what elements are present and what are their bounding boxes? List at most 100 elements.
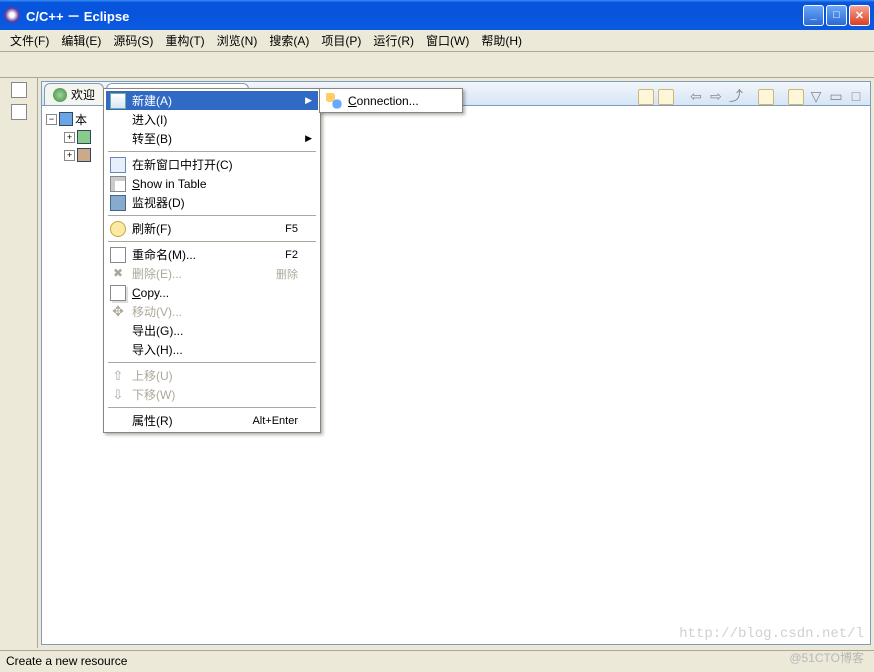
blank-icon <box>110 112 126 128</box>
window-title: C/C++ － Eclipse <box>26 6 803 25</box>
ctx-refresh-shortcut: F5 <box>285 223 298 235</box>
move-icon <box>110 304 126 320</box>
window-controls: _ □ ✕ <box>803 5 870 26</box>
nav-up-icon[interactable]: ⤴ <box>728 89 744 105</box>
tree-expand-icon[interactable]: + <box>64 132 75 143</box>
status-bar: Create a new resource <box>0 650 874 672</box>
perspective-icon-1[interactable] <box>11 82 27 98</box>
ctx-export-label: 导出(G)... <box>132 322 298 339</box>
arrow-down-icon <box>110 387 126 403</box>
ctx-rename-shortcut: F2 <box>285 249 298 261</box>
menu-bar: 文件(F) 编辑(E) 源码(S) 重构(T) 浏览(N) 搜索(A) 项目(P… <box>0 30 874 52</box>
blank-icon <box>110 342 126 358</box>
ctx-up-label: 上移(U) <box>132 367 298 384</box>
perspective-bar <box>0 78 38 648</box>
nav-forward-icon[interactable]: ⇨ <box>708 89 724 105</box>
tree-collapse-icon[interactable]: − <box>46 114 57 125</box>
ctx-rename[interactable]: 重命名(M)... F2 <box>106 245 318 264</box>
ctx-show-in-table[interactable]: Show in Table <box>106 174 318 193</box>
toolbar-icon-3[interactable] <box>758 89 774 105</box>
ctx-open-new-window[interactable]: 在新窗口中打开(C) <box>106 155 318 174</box>
ctx-move: 移动(V)... <box>106 302 318 321</box>
menu-source[interactable]: 源码(S) <box>107 30 159 51</box>
ctx-delete-label: 删除(E)... <box>132 265 270 282</box>
node-icon <box>77 148 91 162</box>
ctx-move-label: 移动(V)... <box>132 303 298 320</box>
main-toolbar <box>0 52 874 78</box>
menu-navigate[interactable]: 浏览(N) <box>211 30 264 51</box>
view-menu-icon[interactable]: ▽ <box>808 89 824 105</box>
menu-run[interactable]: 运行(R) <box>367 30 420 51</box>
tab-welcome-label: 欢迎 <box>71 86 95 103</box>
submenu-connection-label: Connection... <box>348 94 419 108</box>
menu-refactor[interactable]: 重构(T) <box>159 30 210 51</box>
submenu-arrow-icon: ▶ <box>305 133 312 144</box>
arrow-up-icon <box>110 368 126 384</box>
view-toolbar: ⇦ ⇨ ⤴ ▽ ▭ □ <box>638 89 870 105</box>
context-menu: 新建(A) ▶ 进入(I) 转至(B) ▶ 在新窗口中打开(C) Show in… <box>103 88 321 433</box>
ctx-props-label: 属性(R) <box>132 412 246 429</box>
menu-separator <box>108 151 316 152</box>
ctx-properties[interactable]: 属性(R) Alt+Enter <box>106 411 318 430</box>
copy-icon <box>110 285 126 301</box>
ctx-new[interactable]: 新建(A) ▶ <box>106 91 318 110</box>
menu-separator <box>108 362 316 363</box>
refresh-icon <box>110 221 126 237</box>
minimize-view-icon[interactable]: ▭ <box>828 89 844 105</box>
submenu-connection[interactable]: Connection... <box>322 91 460 110</box>
menu-edit[interactable]: 编辑(E) <box>55 30 107 51</box>
menu-window[interactable]: 窗口(W) <box>420 30 475 51</box>
close-button[interactable]: ✕ <box>849 5 870 26</box>
toolbar-icon-4[interactable] <box>788 89 804 105</box>
ctx-monitor[interactable]: 监视器(D) <box>106 193 318 212</box>
menu-help[interactable]: 帮助(H) <box>475 30 528 51</box>
tab-welcome[interactable]: 欢迎 <box>44 83 104 105</box>
node-icon <box>77 130 91 144</box>
ctx-copy-label: Copy... <box>132 286 298 300</box>
ctx-goto-into[interactable]: 进入(I) <box>106 110 318 129</box>
ctx-delete-shortcut: 删除 <box>276 266 298 282</box>
ctx-into-label: 进入(I) <box>132 111 298 128</box>
ctx-openwin-label: 在新窗口中打开(C) <box>132 156 298 173</box>
minimize-button[interactable]: _ <box>803 5 824 26</box>
submenu-arrow-icon: ▶ <box>305 95 312 106</box>
rename-icon <box>110 247 126 263</box>
window-icon <box>110 157 126 173</box>
host-icon <box>59 112 73 126</box>
ctx-new-label: 新建(A) <box>132 92 298 109</box>
ctx-move-up: 上移(U) <box>106 366 318 385</box>
ctx-monitor-label: 监视器(D) <box>132 194 298 211</box>
maximize-button[interactable]: □ <box>826 5 847 26</box>
tree-root-label: 本 <box>75 111 87 128</box>
menu-search[interactable]: 搜索(A) <box>263 30 315 51</box>
menu-separator <box>108 215 316 216</box>
toolbar-icon-2[interactable] <box>658 89 674 105</box>
ctx-export[interactable]: 导出(G)... <box>106 321 318 340</box>
status-text: Create a new resource <box>6 654 127 668</box>
globe-icon <box>53 88 67 102</box>
ctx-import[interactable]: 导入(H)... <box>106 340 318 359</box>
maximize-view-icon[interactable]: □ <box>848 89 864 105</box>
nav-back-icon[interactable]: ⇦ <box>688 89 704 105</box>
toolbar-icon-1[interactable] <box>638 89 654 105</box>
ctx-props-shortcut: Alt+Enter <box>252 415 298 427</box>
menu-separator <box>108 241 316 242</box>
ctx-goto-label: 转至(B) <box>132 130 298 147</box>
new-submenu: Connection... <box>319 88 463 113</box>
menu-file[interactable]: 文件(F) <box>4 30 55 51</box>
blank-icon <box>110 323 126 339</box>
ctx-refresh[interactable]: 刷新(F) F5 <box>106 219 318 238</box>
new-icon <box>110 93 126 109</box>
connection-icon <box>326 93 342 109</box>
ctx-goto[interactable]: 转至(B) ▶ <box>106 129 318 148</box>
ctx-copy[interactable]: Copy... <box>106 283 318 302</box>
monitor-icon <box>110 195 126 211</box>
menu-project[interactable]: 项目(P) <box>315 30 367 51</box>
menu-separator <box>108 407 316 408</box>
perspective-icon-2[interactable] <box>11 104 27 120</box>
blank-icon <box>110 413 126 429</box>
ctx-import-label: 导入(H)... <box>132 341 298 358</box>
table-icon <box>110 176 126 192</box>
tree-expand-icon[interactable]: + <box>64 150 75 161</box>
ctx-refresh-label: 刷新(F) <box>132 220 279 237</box>
